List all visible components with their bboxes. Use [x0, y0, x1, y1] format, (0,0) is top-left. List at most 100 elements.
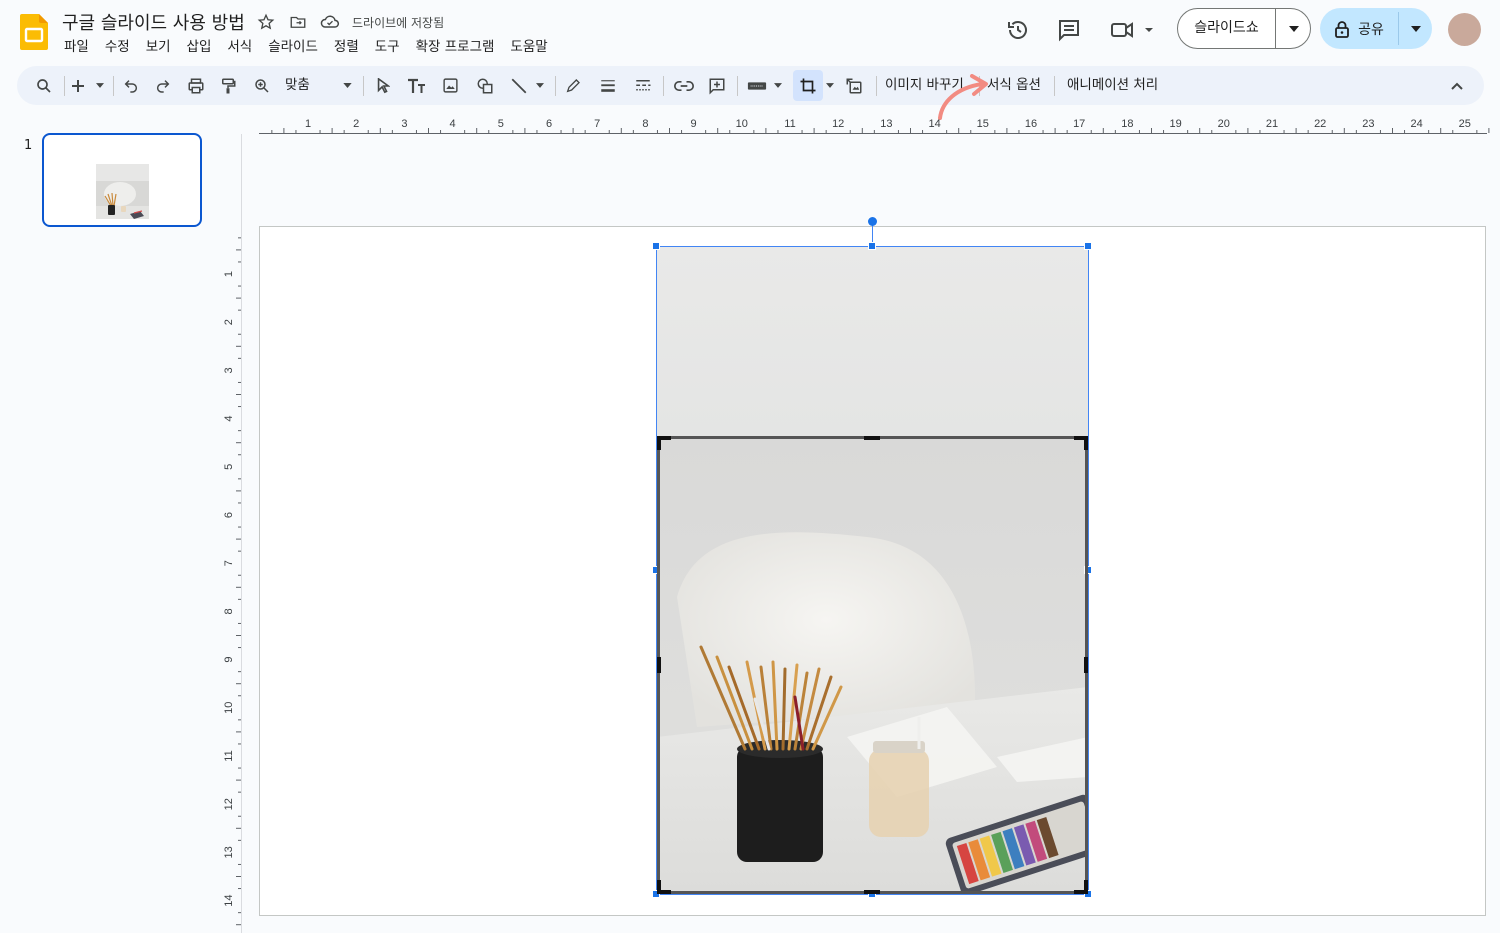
new-slide-dropdown-icon[interactable] — [92, 66, 108, 105]
ruler-label: 25 — [1459, 118, 1471, 130]
slide-thumbnail[interactable] — [42, 133, 202, 227]
border-dash-icon[interactable] — [630, 66, 656, 105]
meet-video-icon[interactable] — [1106, 14, 1158, 46]
insert-image-icon[interactable] — [438, 66, 462, 105]
vertical-ruler: 1234567891011121314 — [223, 226, 242, 933]
slideshow-label[interactable]: 슬라이드쇼 — [1178, 9, 1275, 48]
paint-format-icon[interactable] — [216, 66, 240, 105]
select-cursor-icon[interactable] — [371, 66, 395, 105]
ruler-label: 8 — [642, 118, 648, 130]
ruler-label: 3 — [223, 367, 235, 373]
ruler-label: 5 — [498, 118, 504, 130]
document-title[interactable]: 구글 슬라이드 사용 방법 — [62, 9, 245, 35]
print-icon[interactable] — [184, 66, 208, 105]
menu-file[interactable]: 파일 — [56, 35, 97, 55]
replace-image-button[interactable]: 이미지 바꾸기 — [885, 66, 964, 105]
ruler-label: 19 — [1169, 118, 1181, 130]
slideshow-dropdown-icon[interactable] — [1276, 9, 1311, 48]
filmstrip — [0, 112, 240, 933]
share-label: 공유 — [1358, 21, 1384, 38]
crop-handle-s[interactable] — [864, 890, 880, 894]
text-box-icon[interactable] — [404, 66, 430, 105]
cloud-saved-icon[interactable] — [320, 12, 340, 32]
ruler-label: 1 — [223, 271, 235, 277]
resize-handle-ne[interactable] — [1084, 242, 1092, 250]
menu-edit[interactable]: 수정 — [97, 35, 138, 55]
undo-icon[interactable] — [119, 66, 143, 105]
move-folder-icon[interactable] — [288, 12, 308, 32]
crop-handle-e[interactable] — [1084, 657, 1088, 673]
resize-handle-w[interactable] — [652, 566, 660, 574]
thumbnail-image — [96, 164, 149, 219]
menu-slide[interactable]: 슬라이드 — [260, 35, 326, 55]
zoom-icon[interactable] — [250, 66, 274, 105]
version-history-icon[interactable] — [1002, 14, 1034, 46]
rotate-handle[interactable] — [868, 217, 877, 226]
ruler-label: 17 — [1073, 118, 1085, 130]
comments-icon[interactable] — [1053, 14, 1085, 46]
ruler-label: 24 — [1410, 118, 1422, 130]
zoom-select-value[interactable]: 맞춤 — [285, 66, 310, 105]
mask-dropdown-icon[interactable] — [771, 66, 785, 105]
animate-button[interactable]: 애니메이션 처리 — [1067, 66, 1158, 105]
line-dropdown-icon[interactable] — [532, 66, 548, 105]
menu-arrange[interactable]: 정렬 — [326, 35, 367, 55]
resize-handle-e[interactable] — [1084, 566, 1092, 574]
search-menus-icon[interactable] — [31, 66, 57, 105]
crop-icon[interactable] — [796, 66, 820, 105]
ruler-label: 18 — [1121, 118, 1133, 130]
collapse-toolbar-icon[interactable] — [1445, 66, 1469, 105]
add-comment-icon[interactable] — [704, 66, 730, 105]
toolbar: 맞춤 이미지 바꾸기 서식 옵션 애니메이션 처리 — [17, 66, 1484, 105]
zoom-dropdown-icon[interactable] — [339, 66, 355, 105]
menu-insert[interactable]: 삽입 — [179, 35, 220, 55]
ruler-label: 21 — [1266, 118, 1278, 130]
ruler-label: 12 — [223, 798, 235, 810]
image-art-supplies[interactable] — [657, 437, 1088, 894]
menu-view[interactable]: 보기 — [138, 35, 179, 55]
ruler-label: 2 — [353, 118, 359, 130]
crop-handle-ne[interactable] — [1074, 436, 1088, 450]
border-color-icon[interactable] — [560, 66, 586, 105]
shape-icon[interactable] — [473, 66, 497, 105]
crop-dropdown-icon[interactable] — [823, 66, 837, 105]
share-button[interactable]: 공유 — [1320, 8, 1432, 49]
new-slide-icon[interactable] — [67, 66, 89, 105]
crop-handle-w[interactable] — [657, 657, 661, 673]
share-dropdown-icon[interactable] — [1399, 8, 1432, 49]
ruler-label: 16 — [1025, 118, 1037, 130]
crop-handle-n[interactable] — [864, 436, 880, 440]
ruler-label: 7 — [594, 118, 600, 130]
resize-handle-nw[interactable] — [652, 242, 660, 250]
crop-handle-nw[interactable] — [657, 436, 671, 450]
ruler-label: 6 — [546, 118, 552, 130]
ruler-label: 20 — [1218, 118, 1230, 130]
resize-handle-n[interactable] — [868, 242, 876, 250]
ruler-label: 2 — [223, 319, 235, 325]
menu-tools[interactable]: 도구 — [367, 35, 408, 55]
menu-bar: 파일 수정 보기 삽입 서식 슬라이드 정렬 도구 확장 프로그램 도움말 — [56, 35, 556, 55]
redo-icon[interactable] — [151, 66, 175, 105]
ruler-label: 22 — [1314, 118, 1326, 130]
insert-link-icon[interactable] — [671, 66, 697, 105]
menu-extensions[interactable]: 확장 프로그램 — [408, 35, 503, 55]
slides-logo-icon[interactable] — [20, 14, 48, 50]
slideshow-button[interactable]: 슬라이드쇼 — [1177, 8, 1311, 49]
lock-icon — [1335, 20, 1350, 38]
menu-help[interactable]: 도움말 — [502, 35, 555, 55]
crop-handle-se[interactable] — [1074, 880, 1088, 894]
ruler-label: 4 — [223, 416, 235, 422]
line-icon[interactable] — [507, 66, 531, 105]
avatar[interactable] — [1448, 13, 1481, 46]
ruler-label: 4 — [450, 118, 456, 130]
crop-handle-sw[interactable] — [657, 880, 671, 894]
mask-image-icon[interactable] — [744, 66, 770, 105]
ruler-label: 9 — [223, 657, 235, 663]
star-icon[interactable] — [256, 12, 276, 32]
reset-image-icon[interactable] — [842, 66, 866, 105]
format-options-button[interactable]: 서식 옵션 — [987, 66, 1041, 105]
ruler-label: 6 — [223, 512, 235, 518]
ruler-label: 12 — [832, 118, 844, 130]
border-weight-icon[interactable] — [595, 66, 621, 105]
menu-format[interactable]: 서식 — [219, 35, 260, 55]
